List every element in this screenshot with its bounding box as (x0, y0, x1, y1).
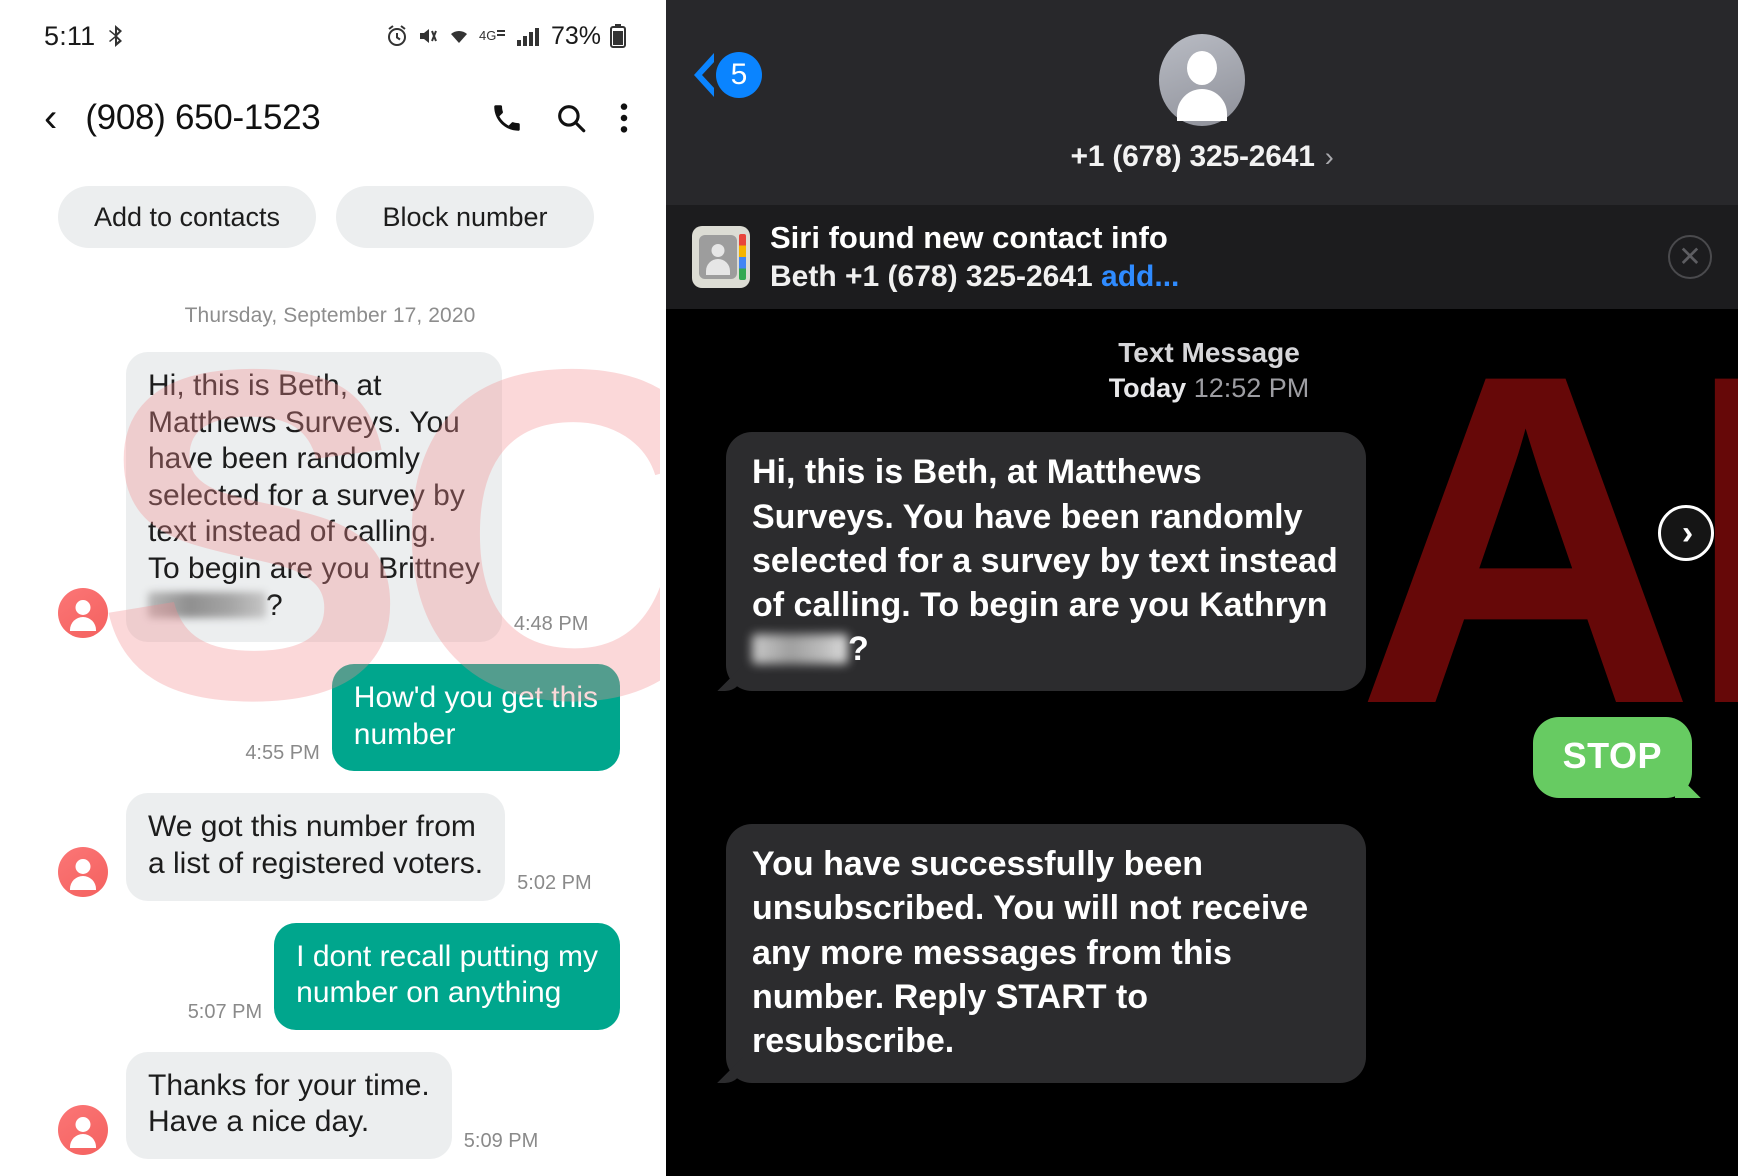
message-row: Hi, this is Beth, at Matthews Surveys. Y… (726, 432, 1692, 692)
message-bubble-outgoing[interactable]: STOP (1532, 717, 1692, 799)
alarm-icon (386, 25, 408, 47)
svg-text:4G: 4G (479, 28, 496, 43)
contact-avatar-icon (58, 846, 108, 897)
message-row: 5:07 PM I dont recall putting my number … (58, 922, 620, 1030)
message-bubble-incoming[interactable]: Hi, this is Beth, at Matthews Surveys. Y… (126, 352, 502, 643)
4g-lte-icon: 4G (479, 26, 507, 46)
close-circle-icon[interactable]: ✕ (1668, 235, 1712, 279)
message-bubble-outgoing[interactable]: How'd you get this number (331, 664, 620, 772)
redacted-name-blur (752, 634, 848, 665)
contact-avatar-icon (1159, 34, 1245, 126)
message-timestamp: 5:09 PM (463, 1129, 539, 1152)
message-timestamp: 4:55 PM (245, 742, 320, 765)
message-row: STOP (726, 717, 1692, 799)
quick-action-chips: Add to contacts Block number (0, 164, 660, 248)
ios-message-thread: Text Message Today 12:52 PM Hi, this is … (666, 309, 1738, 1176)
message-timestamp: 4:48 PM (513, 613, 589, 636)
thread-day-label: Today (1108, 373, 1187, 404)
message-bubble-outgoing[interactable]: I dont recall putting my number on anyth… (274, 922, 620, 1030)
android-messages-pane: 5:11 4G 73% ‹ (908) 650-1523 Add to cont… (0, 0, 660, 1176)
overflow-menu-icon[interactable] (618, 101, 630, 135)
android-message-thread: Hi, this is Beth, at Matthews Surveys. Y… (0, 352, 660, 1159)
contact-avatar-icon (58, 588, 108, 639)
siri-contact-suggestion-banner[interactable]: Siri found new contact info Beth +1 (678… (666, 205, 1738, 309)
mute-vibrate-icon (417, 25, 439, 47)
signal-icon (516, 25, 540, 47)
android-status-bar: 5:11 4G 73% (0, 0, 660, 72)
message-bubble-incoming[interactable]: Hi, this is Beth, at Matthews Surveys. Y… (726, 432, 1366, 692)
status-bar-left: 5:11 (44, 21, 125, 52)
message-bubble-incoming[interactable]: You have successfully been unsubscribed.… (726, 824, 1366, 1084)
thread-type-label: Text Message (1118, 337, 1300, 368)
contact-number-text: +1 (678) 325-2641 (1070, 140, 1315, 173)
thread-time-label: 12:52 PM (1193, 373, 1310, 404)
phone-icon[interactable] (490, 101, 524, 135)
message-bubble-incoming[interactable]: We got this number from a list of regist… (126, 793, 506, 901)
header-action-icons (490, 101, 630, 135)
siri-banner-text: Siri found new contact info Beth +1 (678… (770, 220, 1668, 295)
battery-percent-label: 73% (550, 21, 601, 50)
siri-add-contact-link[interactable]: add... (1101, 260, 1179, 293)
siri-banner-title: Siri found new contact info (770, 219, 1168, 255)
contact-avatar-icon (58, 1104, 108, 1155)
message-text: Hi, this is Beth, at Matthews Surveys. Y… (752, 453, 1338, 625)
message-row: Thanks for your time. Have a nice day. 5… (58, 1051, 620, 1159)
thread-timestamp-header: Text Message Today 12:52 PM (726, 335, 1692, 406)
message-timestamp: 5:02 PM (517, 871, 592, 894)
message-row: 4:55 PM How'd you get this number (58, 664, 620, 772)
siri-banner-subtitle: Beth +1 (678) 325-2641 add... (770, 260, 1668, 294)
contact-header[interactable]: +1 (678) 325-2641 › (1070, 34, 1334, 174)
back-button[interactable]: 5 (694, 52, 762, 98)
contact-number-label: +1 (678) 325-2641 › (1070, 140, 1333, 174)
battery-icon (610, 24, 626, 48)
message-text-suffix: ? (848, 630, 869, 669)
wifi-icon (448, 25, 470, 47)
add-to-contacts-button[interactable]: Add to contacts (58, 186, 316, 248)
message-text-suffix: ? (266, 588, 283, 622)
screenshot-root: 5:11 4G 73% ‹ (908) 650-1523 Add to cont… (0, 0, 1738, 1176)
next-image-button[interactable]: › (1658, 505, 1714, 561)
message-timestamp: 5:07 PM (187, 1000, 263, 1023)
message-bubble-incoming[interactable]: Thanks for your time. Have a nice day. (126, 1051, 452, 1159)
message-row: Hi, this is Beth, at Matthews Surveys. Y… (58, 352, 620, 643)
message-row: We got this number from a list of regist… (58, 793, 620, 901)
block-number-button[interactable]: Block number (336, 186, 594, 248)
status-clock: 5:11 (44, 20, 96, 51)
search-icon[interactable] (554, 101, 588, 135)
back-chevron-icon[interactable]: ‹ (44, 98, 57, 138)
chevron-right-icon: › (1324, 141, 1334, 172)
back-chevron-icon (694, 53, 715, 97)
siri-contact-detail: Beth +1 (678) 325-2641 (770, 260, 1093, 294)
unread-count-badge: 5 (716, 52, 762, 98)
message-text: Hi, this is Beth, at Matthews Surveys. Y… (148, 369, 480, 585)
contacts-app-icon (692, 226, 750, 288)
redacted-name-blur (148, 591, 266, 618)
android-conversation-header: ‹ (908) 650-1523 (0, 72, 660, 164)
date-separator: Thursday, September 17, 2020 (184, 304, 476, 327)
ios-nav-bar: 5 +1 (678) 325-2641 › (666, 0, 1738, 205)
conversation-title: (908) 650-1523 (85, 98, 321, 137)
status-bar-right: 4G 73% (386, 22, 626, 51)
ios-messages-pane: 5 +1 (678) 325-2641 › Siri found new con… (666, 0, 1738, 1176)
bluetooth-audio-icon (105, 24, 125, 48)
chevron-right-icon: › (1681, 514, 1694, 552)
message-row: You have successfully been unsubscribed.… (726, 824, 1692, 1084)
